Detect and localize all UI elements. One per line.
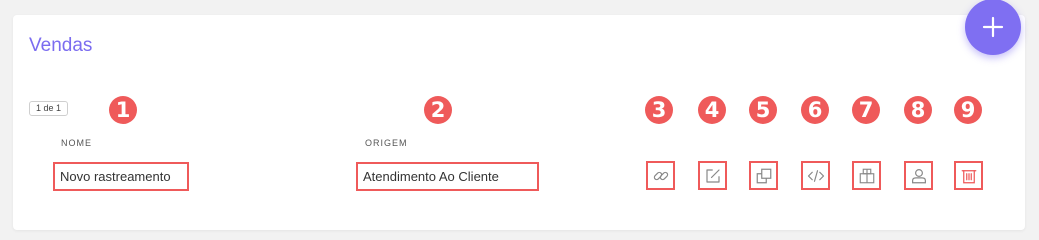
- column-header-nome: NOME: [61, 138, 92, 148]
- package-icon: [859, 168, 874, 183]
- annotation-marker-6: 6: [801, 96, 829, 124]
- pagination-indicator: 1 de 1: [29, 101, 69, 116]
- annotation-marker-4: 4: [698, 96, 726, 124]
- table-row-origin: Atendimento Ao Cliente: [356, 162, 539, 191]
- trash-icon: [961, 169, 976, 183]
- edit-icon: [705, 168, 720, 183]
- annotation-marker-7: 7: [852, 96, 880, 124]
- user-icon: [911, 168, 926, 183]
- annotation-marker-2: 2: [424, 96, 452, 124]
- panel-title: Vendas: [29, 35, 93, 56]
- embed-code-button[interactable]: [801, 161, 830, 190]
- vendas-panel: Vendas 1 de 1 NOME ORIGEM 1 2 3 4 5 6 7 …: [13, 0, 1025, 230]
- annotation-marker-3: 3: [645, 96, 673, 124]
- table-row-name-link[interactable]: Novo rastreamento: [53, 162, 189, 191]
- annotation-marker-1: 1: [109, 96, 137, 124]
- plus-icon: [982, 16, 1004, 38]
- edit-button[interactable]: [698, 161, 727, 190]
- column-header-origem: ORIGEM: [365, 138, 408, 148]
- link-icon: [653, 171, 668, 180]
- annotation-marker-8: 8: [904, 96, 932, 124]
- add-button[interactable]: [965, 0, 1021, 55]
- annotation-marker-5: 5: [749, 96, 777, 124]
- duplicate-button[interactable]: [749, 161, 778, 190]
- delete-button[interactable]: [954, 161, 983, 190]
- annotation-marker-9: 9: [954, 96, 982, 124]
- products-button[interactable]: [852, 161, 881, 190]
- code-icon: [807, 169, 824, 182]
- copy-link-button[interactable]: [646, 161, 675, 190]
- copy-icon: [756, 168, 771, 183]
- user-button[interactable]: [904, 161, 933, 190]
